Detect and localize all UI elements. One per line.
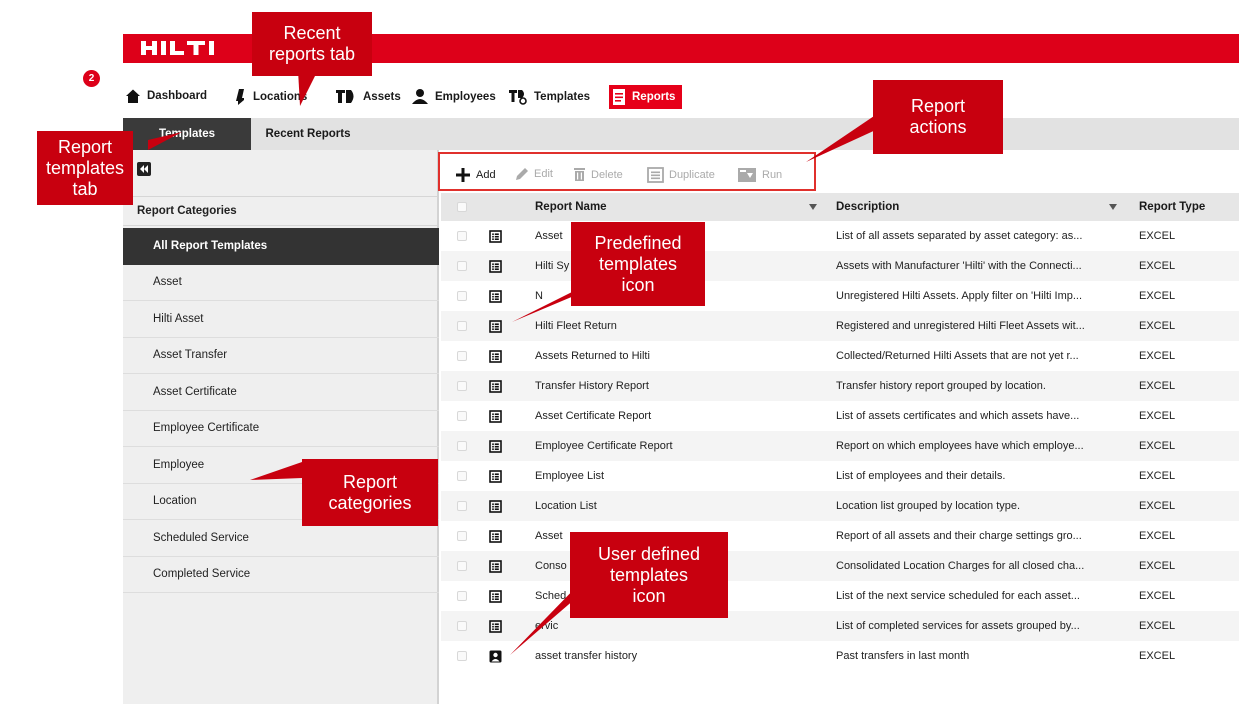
callout-predefined-templates-icon: Predefined templates icon [571, 222, 705, 306]
callout-report-actions: Report actions [873, 80, 1003, 154]
callout-report-templates-tab: Report templates tab [37, 131, 133, 205]
callout-user-defined-templates-icon: User defined templates icon [570, 532, 728, 618]
callout-report-categories: Report categories [302, 459, 438, 526]
callout-recent-reports-tab: Recent reports tab [252, 12, 372, 76]
screenshot-stage: Dashboard Locations Assets Employees Tem… [0, 0, 1239, 704]
